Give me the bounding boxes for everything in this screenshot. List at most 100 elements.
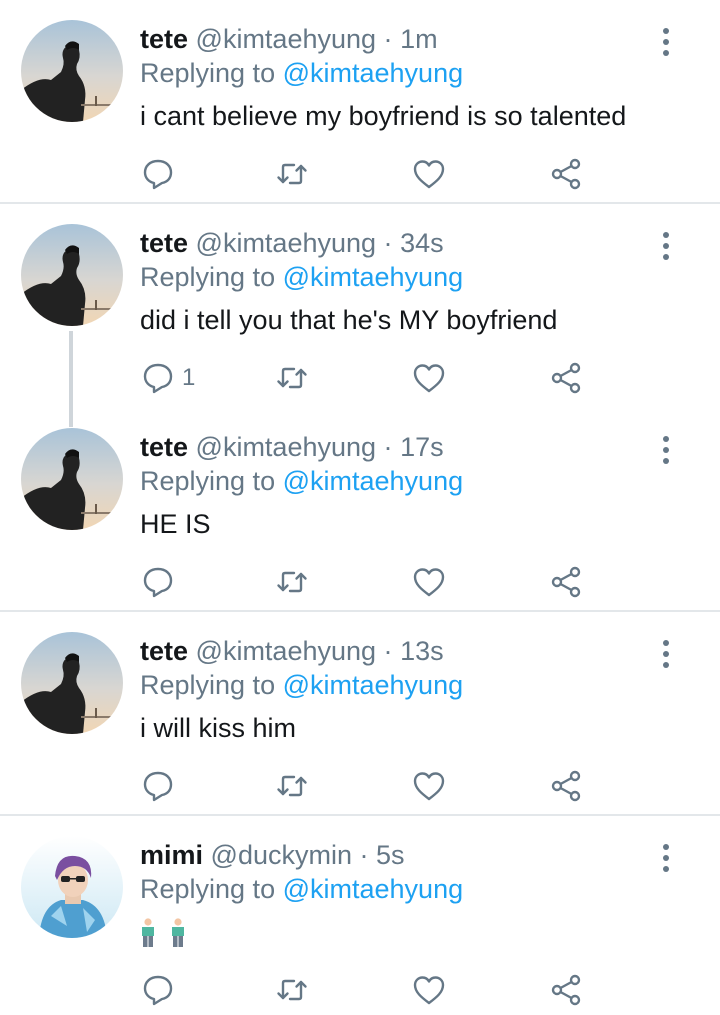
tweet[interactable]: mimi @duckymin · 5s Replying to @kimtaeh… xyxy=(0,816,720,1015)
reply-count: 1 xyxy=(182,364,196,391)
reply-to-handle[interactable]: @kimtaehyung xyxy=(283,874,464,904)
replying-to: Replying to @kimtaehyung xyxy=(140,668,463,702)
reply-to-handle[interactable]: @kimtaehyung xyxy=(283,58,464,88)
display-name[interactable]: mimi xyxy=(140,840,203,870)
user-handle[interactable]: @kimtaehyung xyxy=(196,432,377,462)
tweet[interactable]: tete @kimtaehyung · 34s Replying to @kim… xyxy=(0,204,720,427)
display-name[interactable]: tete xyxy=(140,636,188,666)
display-name[interactable]: tete xyxy=(140,432,188,462)
reply-icon xyxy=(140,972,176,1008)
tweet-text: i will kiss him xyxy=(140,713,297,743)
reply-icon xyxy=(140,156,176,192)
heart-icon xyxy=(411,360,447,396)
like-button[interactable] xyxy=(411,558,447,606)
reply-icon xyxy=(140,564,176,600)
display-name[interactable]: tete xyxy=(140,228,188,258)
avatar[interactable] xyxy=(21,224,123,326)
timestamp[interactable]: 13s xyxy=(400,636,444,666)
more-vertical-icon[interactable] xyxy=(650,22,682,62)
tweet-text: HE IS xyxy=(140,509,211,539)
separator-dot: · xyxy=(383,228,393,258)
heart-icon xyxy=(411,564,447,600)
tweet-thread: tete @kimtaehyung · 1m Replying to @kimt… xyxy=(0,0,720,1015)
reply-to-handle[interactable]: @kimtaehyung xyxy=(283,262,464,292)
tweet-actions: 1 xyxy=(0,354,720,402)
user-handle[interactable]: @kimtaehyung xyxy=(196,228,377,258)
reply-button[interactable] xyxy=(140,762,182,810)
retweet-button[interactable] xyxy=(274,762,310,810)
share-button[interactable] xyxy=(548,966,584,1014)
more-vertical-icon[interactable] xyxy=(650,634,682,674)
avatar[interactable] xyxy=(21,632,123,734)
reply-button[interactable] xyxy=(140,966,182,1014)
like-button[interactable] xyxy=(411,150,447,198)
reply-to-handle[interactable]: @kimtaehyung xyxy=(283,466,464,496)
user-handle[interactable]: @duckymin xyxy=(211,840,352,870)
reply-button[interactable]: 1 xyxy=(140,354,195,402)
reply-button[interactable] xyxy=(140,558,182,606)
retweet-button[interactable] xyxy=(274,150,310,198)
tweet-header: tete @kimtaehyung · 34s xyxy=(140,226,444,260)
reply-icon xyxy=(140,360,176,396)
more-vertical-icon[interactable] xyxy=(650,226,682,266)
retweet-button[interactable] xyxy=(274,354,310,402)
display-name[interactable]: tete xyxy=(140,24,188,54)
tweet[interactable]: tete @kimtaehyung · 13s Replying to @kim… xyxy=(0,612,720,816)
share-button[interactable] xyxy=(548,558,584,606)
avatar[interactable] xyxy=(21,836,123,938)
like-button[interactable] xyxy=(411,354,447,402)
tweet-text-emoji xyxy=(140,918,186,948)
separator-dot: · xyxy=(359,840,369,870)
heart-icon xyxy=(411,768,447,804)
share-icon xyxy=(548,768,584,804)
reply-to-handle[interactable]: @kimtaehyung xyxy=(283,670,464,700)
replying-label: Replying to xyxy=(140,466,276,496)
person-emoji-icon xyxy=(170,918,186,948)
tweet-actions xyxy=(0,558,720,606)
reply-icon xyxy=(140,768,176,804)
retweet-icon xyxy=(274,768,310,804)
like-button[interactable] xyxy=(411,762,447,810)
tweet-header: tete @kimtaehyung · 13s xyxy=(140,634,444,668)
tweet-header: tete @kimtaehyung · 1m xyxy=(140,22,438,56)
share-icon xyxy=(548,564,584,600)
tweet-actions xyxy=(0,150,720,198)
heart-icon xyxy=(411,972,447,1008)
person-emoji-icon xyxy=(140,918,156,948)
share-button[interactable] xyxy=(548,354,584,402)
user-handle[interactable]: @kimtaehyung xyxy=(196,24,377,54)
user-handle[interactable]: @kimtaehyung xyxy=(196,636,377,666)
share-button[interactable] xyxy=(548,150,584,198)
replying-to: Replying to @kimtaehyung xyxy=(140,872,463,906)
avatar[interactable] xyxy=(21,428,123,530)
separator-dot: · xyxy=(383,24,393,54)
timestamp[interactable]: 34s xyxy=(400,228,444,258)
avatar[interactable] xyxy=(21,20,123,122)
heart-icon xyxy=(411,156,447,192)
share-icon xyxy=(548,972,584,1008)
replying-label: Replying to xyxy=(140,874,276,904)
separator-dot: · xyxy=(383,636,393,666)
tweet[interactable]: tete @kimtaehyung · 17s Replying to @kim… xyxy=(0,408,720,612)
retweet-icon xyxy=(274,360,310,396)
replying-to: Replying to @kimtaehyung xyxy=(140,464,463,498)
tweet-header: mimi @duckymin · 5s xyxy=(140,838,405,872)
separator-dot: · xyxy=(383,432,393,462)
reply-button[interactable] xyxy=(140,150,182,198)
timestamp[interactable]: 1m xyxy=(400,24,438,54)
replying-to: Replying to @kimtaehyung xyxy=(140,260,463,294)
tweet-text: did i tell you that he's MY boyfriend xyxy=(140,305,558,335)
replying-label: Replying to xyxy=(140,262,276,292)
tweet-actions xyxy=(0,762,720,810)
replying-label: Replying to xyxy=(140,670,276,700)
more-vertical-icon[interactable] xyxy=(650,430,682,470)
share-button[interactable] xyxy=(548,762,584,810)
tweet[interactable]: tete @kimtaehyung · 1m Replying to @kimt… xyxy=(0,0,720,204)
more-vertical-icon[interactable] xyxy=(650,838,682,878)
tweet-actions xyxy=(0,966,720,1014)
timestamp[interactable]: 17s xyxy=(400,432,444,462)
like-button[interactable] xyxy=(411,966,447,1014)
timestamp[interactable]: 5s xyxy=(376,840,405,870)
retweet-button[interactable] xyxy=(274,558,310,606)
retweet-button[interactable] xyxy=(274,966,310,1014)
